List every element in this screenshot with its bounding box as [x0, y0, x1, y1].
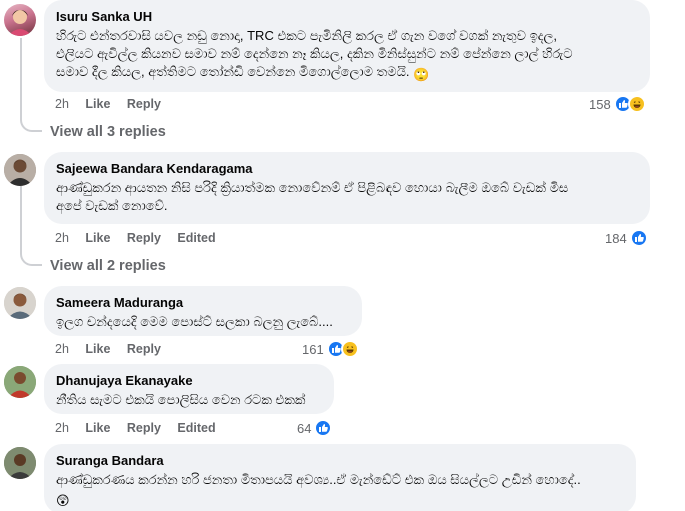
- comment-actions: 2h Like Reply Edited: [55, 231, 229, 245]
- comment-actions: 2h Like Reply Edited: [55, 421, 229, 435]
- comment-author[interactable]: Isuru Sanka UH: [56, 8, 638, 25]
- comment-text: හිරුට එන්තරවාසි යවල නඩු නොදා, TRC එකට පැ…: [56, 27, 638, 84]
- comment-text: ආණ්ඩුකරණය කරන්න හරි ජනතා මිතාපයයි අවශ්‍ය…: [56, 471, 624, 510]
- comment-author[interactable]: Dhanujaya Ekanayake: [56, 372, 322, 389]
- avatar[interactable]: [4, 366, 36, 398]
- laughing-face-icon: [627, 95, 646, 113]
- edited-label: Edited: [177, 421, 216, 435]
- like-button[interactable]: Like: [85, 97, 110, 111]
- comment-bubble: Sameera Maduranga ඉලග චන්දයෙදි මෙම පොස්ට…: [44, 286, 362, 336]
- avatar[interactable]: [4, 287, 36, 319]
- thumbs-up-icon: [629, 229, 648, 247]
- thread-curve: [20, 244, 42, 266]
- thumbs-up-icon: [314, 419, 333, 437]
- reaction-summary[interactable]: 184: [605, 229, 648, 247]
- comment-time[interactable]: 2h: [55, 421, 69, 435]
- avatar[interactable]: [4, 154, 36, 186]
- comment-text: ආණ්ඩුකරන ආයතන නිසි පරිදි ක්‍රියාත්මක නොව…: [56, 180, 569, 213]
- like-button[interactable]: Like: [85, 342, 110, 356]
- reaction-count: 158: [589, 96, 611, 112]
- edited-label: Edited: [177, 231, 216, 245]
- comment-author[interactable]: Sajeewa Bandara Kendaragama: [56, 160, 638, 177]
- comment-time[interactable]: 2h: [55, 231, 69, 245]
- thread-curve: [20, 110, 42, 132]
- laughing-face-icon: [340, 340, 359, 358]
- reaction-summary[interactable]: 161: [302, 340, 359, 358]
- comment-text: ඉලග චන්දයෙදි මෙම පොස්ට් සලකා බලනු ලැබේ..…: [56, 314, 333, 329]
- reaction-count: 64: [297, 420, 312, 436]
- reaction-count: 184: [605, 230, 627, 246]
- comment-time[interactable]: 2h: [55, 342, 69, 356]
- avatar[interactable]: [4, 447, 36, 479]
- comment-bubble: Dhanujaya Ekanayake නීතිය සැමට එකයි පොලි…: [44, 364, 334, 414]
- like-button[interactable]: Like: [85, 231, 110, 245]
- comment-body: හිරුට එන්තරවාසි යවල නඩු නොදා, TRC එකට පැ…: [56, 28, 573, 79]
- reply-button[interactable]: Reply: [127, 97, 161, 111]
- reaction-count: 161: [302, 341, 324, 357]
- view-replies-link[interactable]: View all 2 replies: [50, 258, 166, 274]
- like-button[interactable]: Like: [85, 421, 110, 435]
- comment-bubble: Isuru Sanka UH හිරුට එන්තරවාසි යවල නඩු න…: [44, 0, 650, 92]
- thread-line: [20, 186, 22, 252]
- reply-button[interactable]: Reply: [127, 421, 161, 435]
- avatar[interactable]: [4, 4, 36, 36]
- comment-author[interactable]: Sameera Maduranga: [56, 294, 350, 311]
- comment-text: නීතිය සැමට එකයි පොලිසිය වෙන රටක එකක්: [56, 392, 306, 407]
- view-replies-link[interactable]: View all 3 replies: [50, 124, 166, 140]
- comment-time[interactable]: 2h: [55, 97, 69, 111]
- astonished-face-emoji-icon: 😲: [56, 493, 70, 508]
- comment-author[interactable]: Suranga Bandara: [56, 452, 624, 469]
- comment-actions: 2h Like Reply: [55, 97, 174, 111]
- thread-line: [20, 38, 22, 118]
- comment-actions: 2h Like Reply: [55, 342, 174, 356]
- comment-body: ආණ්ඩුකරණය කරන්න හරි ජනතා මිතාපයයි අවශ්‍ය…: [56, 472, 581, 487]
- reaction-summary[interactable]: 158: [589, 95, 646, 113]
- comment-bubble: Suranga Bandara ආණ්ඩුකරණය කරන්න හරි ජනතා…: [44, 444, 636, 511]
- comment-bubble: Sajeewa Bandara Kendaragama ආණ්ඩුකරන ආයත…: [44, 152, 650, 224]
- reaction-summary[interactable]: 64: [297, 419, 333, 437]
- reply-button[interactable]: Reply: [127, 342, 161, 356]
- rolling-eyes-emoji-icon: 🙄: [413, 67, 430, 82]
- reply-button[interactable]: Reply: [127, 231, 161, 245]
